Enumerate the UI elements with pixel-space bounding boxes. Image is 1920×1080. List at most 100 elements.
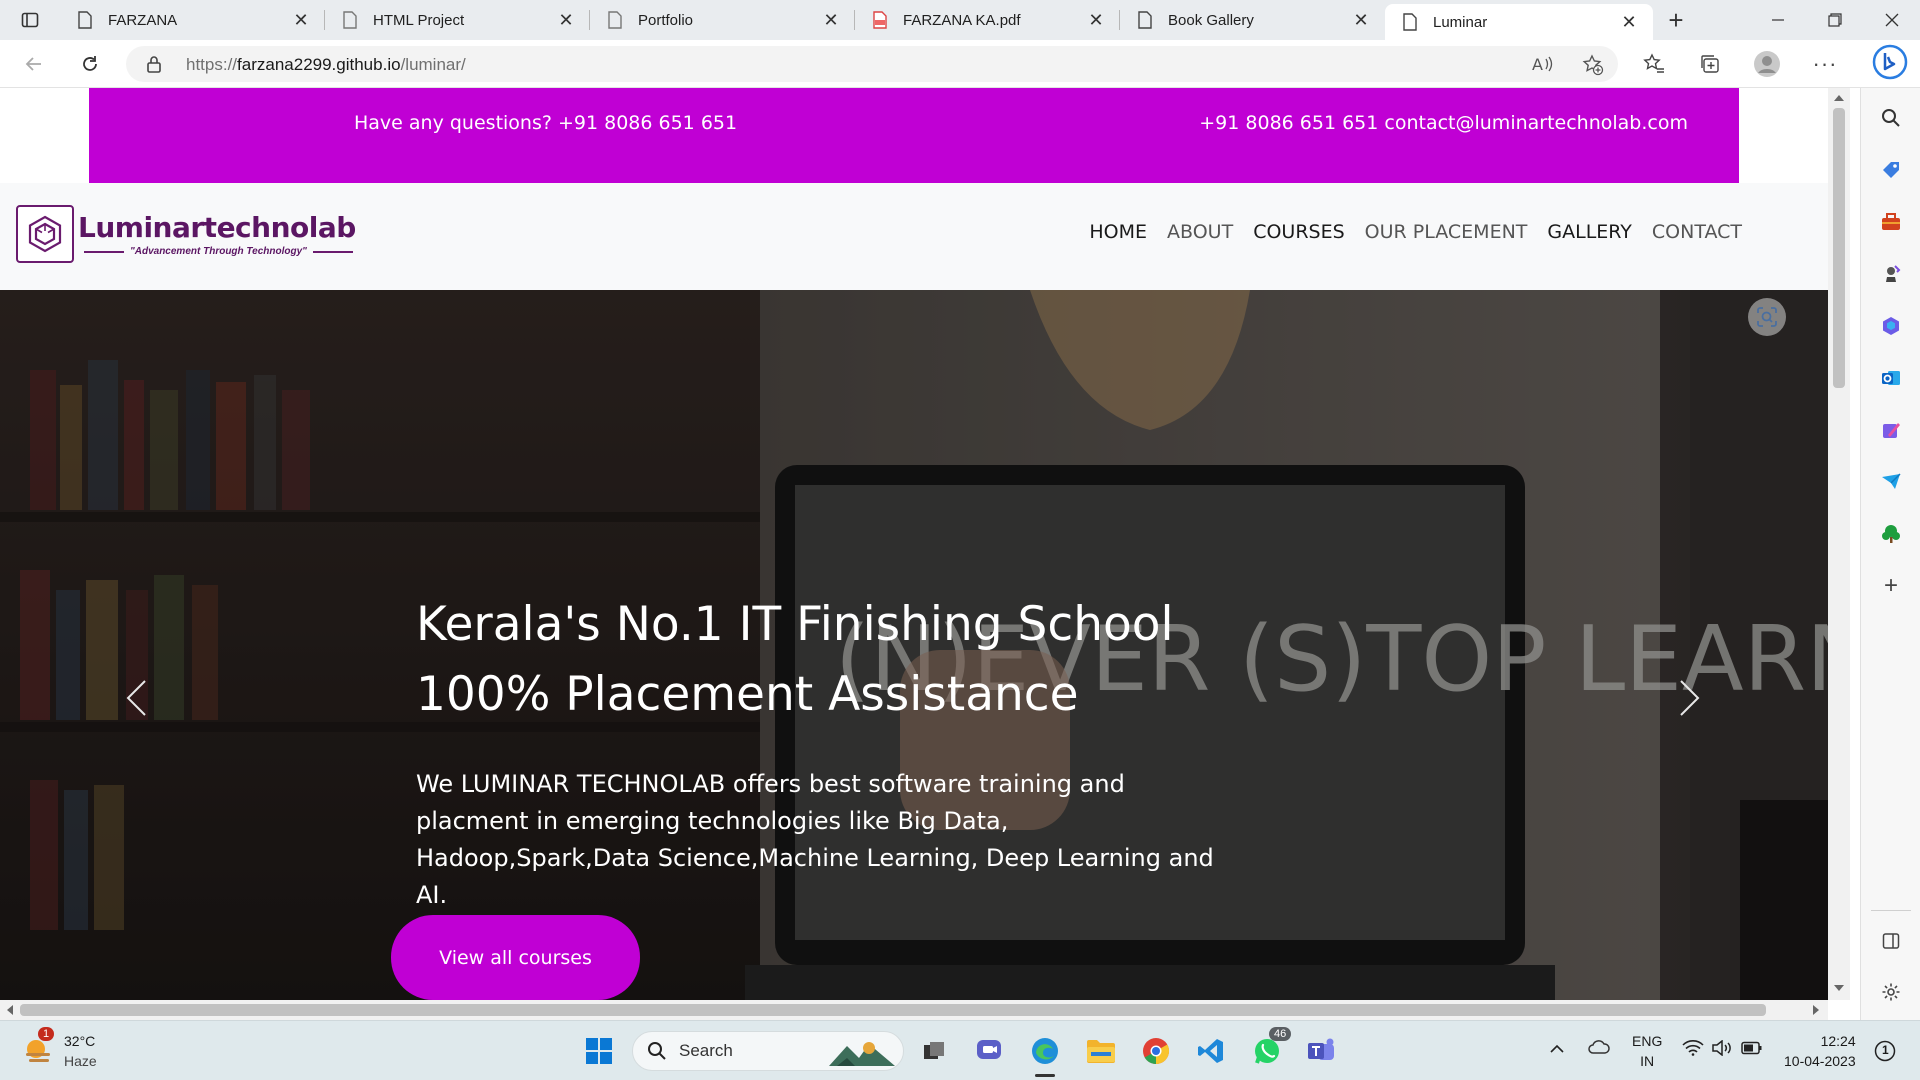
chrome-button[interactable] (1136, 1031, 1176, 1071)
task-view-button[interactable] (914, 1031, 954, 1071)
scroll-up-icon (1834, 95, 1844, 101)
outlook-icon (1882, 371, 1900, 385)
sidebar-search-button[interactable] (1876, 103, 1906, 133)
close-icon[interactable]: ✕ (821, 10, 841, 30)
tab-book-gallery[interactable]: Book Gallery ✕ (1120, 0, 1385, 40)
page-icon (1401, 13, 1419, 31)
battery-icon[interactable] (1741, 1041, 1763, 1058)
close-icon[interactable]: ✕ (1619, 12, 1639, 32)
taskbar-search[interactable]: Search (632, 1031, 904, 1071)
sidebar-panel-icon (1882, 933, 1900, 949)
whatsapp-button[interactable]: 46 (1247, 1027, 1292, 1071)
paper-plane-icon (1882, 473, 1901, 489)
close-icon[interactable]: ✕ (556, 10, 576, 30)
page-icon (76, 11, 94, 29)
chat-app-button[interactable] (969, 1031, 1009, 1071)
hero-carousel: (N)EVER (S)TOP LEARNING Kerala's No.1 IT… (0, 290, 1828, 1000)
notification-count: 1 (1882, 1043, 1889, 1057)
close-window-button[interactable] (1863, 0, 1920, 40)
url-text[interactable]: https://farzana2299.github.io/luminar/ (186, 55, 466, 75)
visual-search-button[interactable] (1748, 298, 1786, 336)
tab-luminar[interactable]: Luminar ✕ (1385, 4, 1653, 40)
onedrive-button[interactable] (1587, 1039, 1611, 1058)
nav-home[interactable]: HOME (1089, 221, 1147, 243)
tab-actions-button[interactable] (0, 0, 60, 40)
clock[interactable]: 12:24 10-04-2023 (1784, 1031, 1856, 1071)
tab-html-project[interactable]: HTML Project ✕ (325, 0, 590, 40)
add-favorite-icon[interactable] (1582, 54, 1604, 81)
topbar-contact[interactable]: +91 8086 651 651 contact@luminartechnola… (1199, 112, 1688, 134)
weather-widget[interactable]: 1 32°C Haze (22, 1027, 97, 1071)
notifications-button[interactable]: 1 (1874, 1040, 1896, 1065)
start-button[interactable] (579, 1031, 619, 1071)
volume-icon[interactable] (1711, 1039, 1733, 1059)
site-logo[interactable]: Luminartechnolab "Advancement Through Te… (16, 205, 359, 263)
horizontal-scroll-thumb[interactable] (20, 1004, 1766, 1016)
sidebar-drop-button[interactable] (1876, 467, 1906, 497)
show-hidden-icons-button[interactable] (1550, 1041, 1564, 1057)
sidebar-tree-button[interactable] (1876, 519, 1906, 549)
chevron-up-icon (1550, 1044, 1564, 1053)
teams-button[interactable] (1301, 1031, 1341, 1071)
sidebar-games-button[interactable] (1876, 259, 1906, 289)
settings-menu-button[interactable]: ··· (1809, 48, 1841, 80)
toolbox-icon (1882, 213, 1900, 230)
chat-icon (977, 1040, 1001, 1059)
sidebar-designer-button[interactable] (1876, 415, 1906, 445)
hide-sidebar-button[interactable] (1876, 926, 1906, 956)
nav-about[interactable]: ABOUT (1167, 221, 1233, 243)
tab-portfolio[interactable]: Portfolio ✕ (590, 0, 855, 40)
bing-chat-button[interactable] (1872, 44, 1908, 80)
sidebar-shopping-button[interactable] (1876, 155, 1906, 185)
favorites-button[interactable] (1638, 48, 1670, 80)
chess-icon (1886, 265, 1901, 282)
nav-courses[interactable]: COURSES (1253, 221, 1344, 243)
page-icon (1136, 11, 1154, 29)
wifi-icon[interactable] (1682, 1040, 1704, 1059)
address-bar[interactable]: https://farzana2299.github.io/luminar/ A (126, 46, 1618, 82)
nav-contact[interactable]: CONTACT (1652, 221, 1742, 243)
tab-title: Luminar (1433, 13, 1488, 31)
nav-gallery[interactable]: GALLERY (1547, 221, 1632, 243)
read-aloud-icon[interactable]: A (1532, 54, 1554, 79)
tab-farzana-pdf[interactable]: FARZANA KA.pdf ✕ (855, 0, 1120, 40)
chevron-right-icon (1680, 680, 1700, 716)
file-explorer-button[interactable] (1081, 1031, 1121, 1071)
restore-button[interactable] (1806, 0, 1863, 40)
new-tab-button[interactable]: + (1653, 0, 1699, 40)
close-icon (1885, 13, 1898, 27)
sidebar-outlook-button[interactable] (1876, 363, 1906, 393)
vscode-button[interactable] (1191, 1031, 1231, 1071)
horizontal-scrollbar[interactable] (0, 1000, 1828, 1020)
page-viewport: Have any questions? +91 8086 651 651 +91… (0, 88, 1828, 1000)
reload-button[interactable] (74, 48, 106, 80)
hero-title-line1: Kerala's No.1 IT Finishing School (416, 597, 1174, 652)
close-icon[interactable]: ✕ (1086, 10, 1106, 30)
back-button[interactable] (18, 48, 50, 80)
edge-taskbar-button[interactable] (1025, 1031, 1065, 1077)
weather-condition: Haze (64, 1053, 97, 1069)
language-indicator[interactable]: ENG IN (1632, 1031, 1662, 1071)
close-icon[interactable]: ✕ (1351, 10, 1371, 30)
sidebar-tools-button[interactable] (1876, 207, 1906, 237)
gear-icon (1882, 983, 1900, 1001)
vertical-scroll-thumb[interactable] (1833, 108, 1845, 388)
close-icon[interactable]: ✕ (291, 10, 311, 30)
view-all-courses-button[interactable]: View all courses (391, 915, 640, 1000)
vertical-scrollbar[interactable] (1828, 88, 1850, 1000)
sidebar-divider (1871, 910, 1911, 911)
tab-farzana[interactable]: FARZANA ✕ (60, 0, 325, 40)
topbar-question: Have any questions? +91 8086 651 651 (354, 112, 738, 134)
site-navbar: Luminartechnolab "Advancement Through Te… (0, 183, 1828, 290)
nav-our-placement[interactable]: OUR PLACEMENT (1365, 221, 1528, 243)
minimize-button[interactable] (1749, 0, 1806, 40)
carousel-next-button[interactable] (1670, 668, 1710, 728)
restore-icon (1827, 13, 1842, 27)
sidebar-office-button[interactable] (1876, 311, 1906, 341)
tab-title: Book Gallery (1168, 11, 1254, 29)
sidebar-settings-button[interactable] (1876, 977, 1906, 1007)
carousel-prev-button[interactable] (116, 668, 156, 728)
collections-button[interactable] (1694, 48, 1726, 80)
profile-button[interactable] (1751, 48, 1783, 80)
sidebar-add-button[interactable]: + (1876, 571, 1906, 601)
